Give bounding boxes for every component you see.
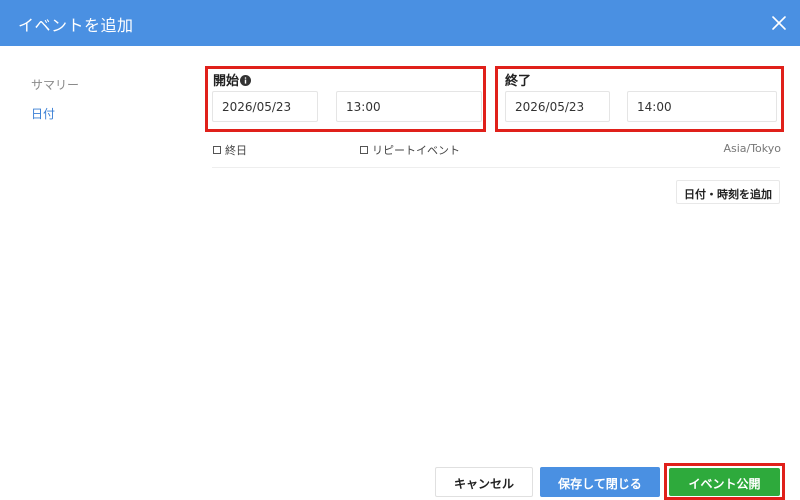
end-label: 終了 bbox=[505, 74, 532, 89]
dialog-header: イベントを追加 bbox=[0, 0, 800, 46]
close-icon[interactable] bbox=[768, 12, 790, 34]
divider bbox=[212, 167, 780, 168]
start-time-input[interactable]: 13:00 bbox=[336, 91, 482, 122]
repeat-event-label: リピートイベント bbox=[372, 144, 460, 157]
save-close-button[interactable]: 保存して閉じる bbox=[540, 467, 660, 497]
sidebar-item-date[interactable]: 日付 bbox=[31, 105, 55, 122]
publish-event-button[interactable]: イベント公開 bbox=[669, 468, 780, 496]
checkbox-icon[interactable] bbox=[360, 146, 368, 154]
all-day-label: 終日 bbox=[225, 144, 247, 157]
start-label: 開始 bbox=[213, 74, 240, 89]
add-event-dialog: イベントを追加 サマリー 日付 開始 2026/05/23 13:00 終了 2… bbox=[0, 0, 800, 500]
timezone-link[interactable]: Asia/Tokyo bbox=[723, 142, 781, 155]
checkbox-icon[interactable] bbox=[213, 146, 221, 154]
sidebar-item-summary[interactable]: サマリー bbox=[31, 76, 79, 93]
repeat-event-checkbox[interactable]: リピートイベント bbox=[360, 142, 460, 158]
start-date-input[interactable]: 2026/05/23 bbox=[212, 91, 318, 122]
all-day-checkbox[interactable]: 終日 bbox=[213, 142, 247, 158]
dialog-title: イベントを追加 bbox=[18, 16, 134, 35]
cancel-button[interactable]: キャンセル bbox=[435, 467, 533, 497]
end-time-input[interactable]: 14:00 bbox=[627, 91, 777, 122]
info-icon[interactable] bbox=[240, 71, 251, 86]
end-date-input[interactable]: 2026/05/23 bbox=[505, 91, 610, 122]
add-datetime-button[interactable]: 日付・時刻を追加 bbox=[676, 180, 780, 204]
